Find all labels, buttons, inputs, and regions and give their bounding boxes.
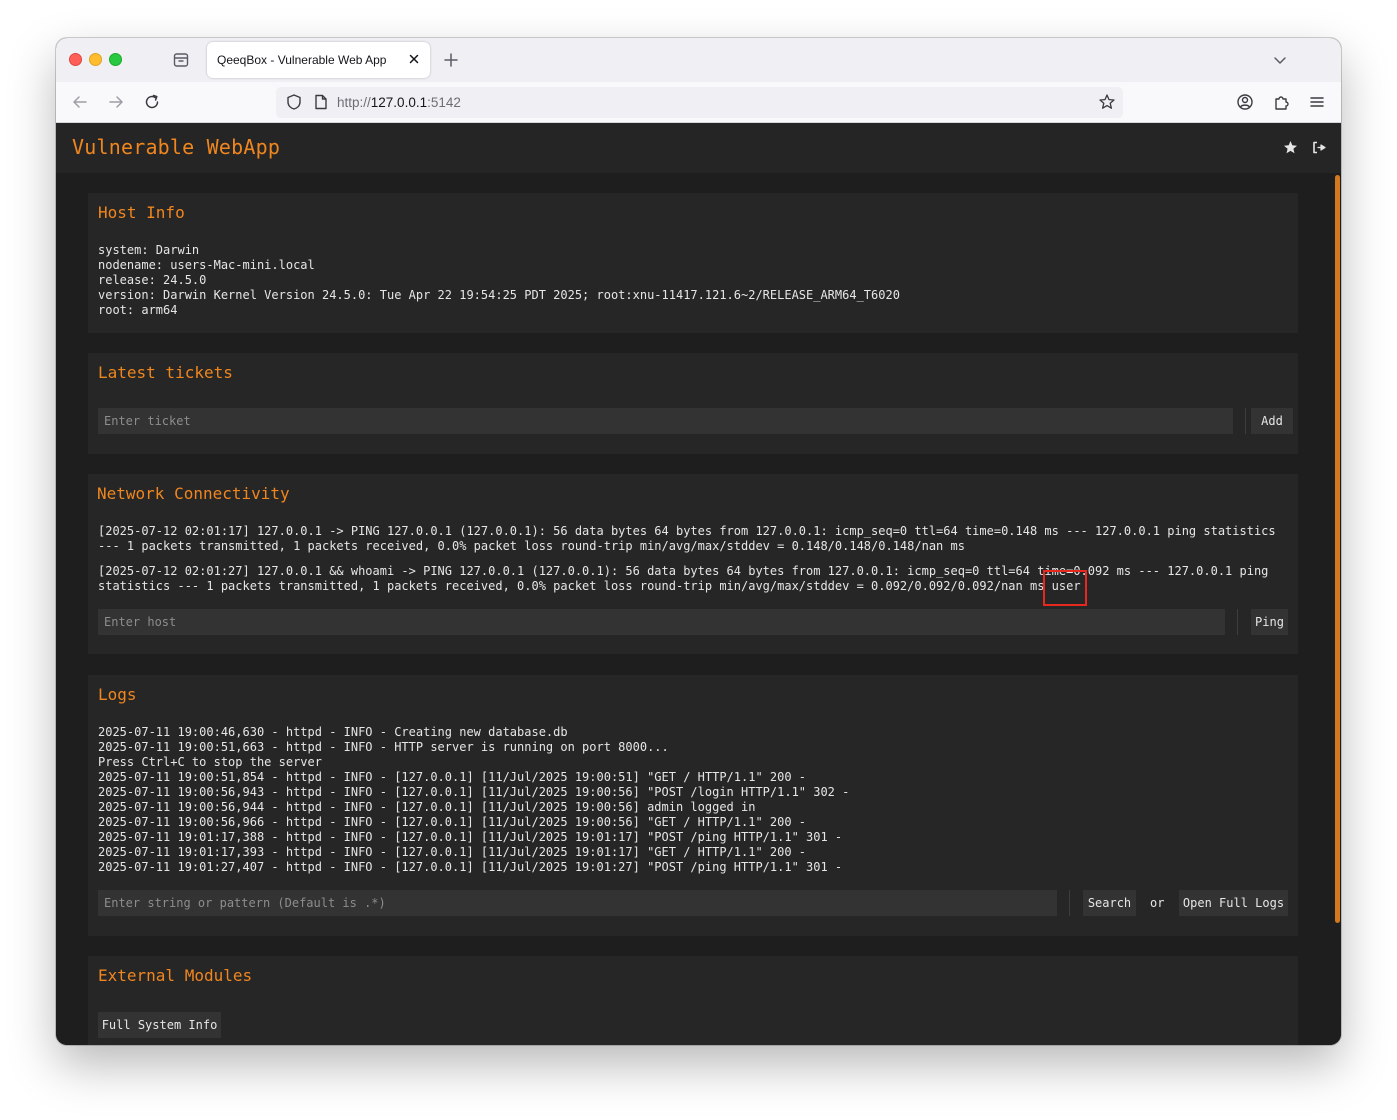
add-ticket-button[interactable]: Add (1251, 408, 1293, 434)
panel-title: Host Info (98, 203, 185, 222)
log-line: 2025-07-11 19:00:56,943 - httpd - INFO -… (98, 785, 850, 799)
extensions-icon[interactable] (1272, 93, 1290, 111)
full-system-info-button[interactable]: Full System Info (98, 1012, 221, 1038)
close-window-button[interactable] (69, 53, 82, 66)
highlight-box (1043, 570, 1087, 606)
host-info-line: system: Darwin (98, 243, 200, 257)
web-page: Vulnerable WebApp Host Info system: Darw… (56, 123, 1341, 1045)
log-line: Press Ctrl+C to stop the server (98, 755, 322, 769)
back-arrow-icon[interactable] (71, 93, 89, 111)
panel-title: Network Connectivity (97, 484, 290, 503)
host-input[interactable] (98, 609, 1225, 635)
log-line: 2025-07-11 19:01:17,393 - httpd - INFO -… (98, 845, 807, 859)
panel-title: Logs (98, 685, 137, 704)
forward-arrow-icon[interactable] (107, 93, 125, 111)
log-line: 2025-07-11 19:00:56,944 - httpd - INFO -… (98, 800, 756, 814)
scrollbar-thumb[interactable] (1335, 175, 1340, 923)
logs-panel: Logs 2025-07-11 19:00:46,630 - httpd - I… (88, 675, 1298, 936)
tab-active[interactable]: QeeqBox - Vulnerable Web App (207, 42, 430, 78)
log-line: 2025-07-11 19:00:51,663 - httpd - INFO -… (98, 740, 669, 754)
shield-icon[interactable] (285, 93, 303, 111)
log-line: 2025-07-11 19:01:27,407 - httpd - INFO -… (98, 860, 843, 874)
ping-result: [2025-07-12 02:01:27] 127.0.0.1 && whoam… (98, 564, 1269, 593)
ping-result: [2025-07-12 02:01:17] 127.0.0.1 -> PING … (98, 524, 1276, 553)
browser-window: QeeqBox - Vulnerable Web App http://127.… (56, 38, 1341, 1045)
minimize-window-button[interactable] (89, 53, 102, 66)
host-info-line: version: Darwin Kernel Version 24.5.0: T… (98, 288, 900, 302)
tab-title: QeeqBox - Vulnerable Web App (217, 53, 387, 67)
host-info-panel: Host Info system: Darwin nodename: users… (88, 193, 1298, 333)
log-line: 2025-07-11 19:00:56,966 - httpd - INFO -… (98, 815, 807, 829)
log-search-input[interactable] (98, 890, 1057, 916)
or-label: or (1150, 896, 1165, 910)
tab-bar: QeeqBox - Vulnerable Web App (56, 38, 1341, 82)
open-full-logs-button[interactable]: Open Full Logs (1179, 890, 1288, 916)
network-panel: Network Connectivity [2025-07-12 02:01:1… (88, 474, 1298, 654)
menu-icon[interactable] (1308, 93, 1326, 111)
log-line: 2025-07-11 19:01:17,388 - httpd - INFO -… (98, 830, 843, 844)
close-tab-icon[interactable] (407, 52, 421, 66)
log-lines: 2025-07-11 19:00:46,630 - httpd - INFO -… (98, 725, 849, 875)
bookmark-star-icon[interactable] (1098, 93, 1116, 111)
reload-icon[interactable] (143, 93, 161, 111)
zoom-window-button[interactable] (109, 53, 122, 66)
panel-title: External Modules (98, 966, 253, 985)
log-line: 2025-07-11 19:00:51,854 - httpd - INFO -… (98, 770, 807, 784)
tickets-panel: Latest tickets Add (88, 353, 1298, 454)
navigation-bar: http://127.0.0.1:5142 (56, 82, 1341, 123)
panel-title: Latest tickets (98, 363, 233, 382)
ticket-input[interactable] (98, 408, 1233, 434)
external-modules-panel: External Modules Full System Info (88, 956, 1298, 1045)
divider (1237, 609, 1238, 635)
url-text: http://127.0.0.1:5142 (337, 95, 461, 110)
account-icon[interactable] (1236, 93, 1254, 111)
divider (1069, 890, 1070, 916)
host-info-line: root: arm64 (98, 303, 178, 317)
page-info-icon[interactable] (312, 93, 330, 111)
app-title: Vulnerable WebApp (72, 135, 281, 159)
host-info-line: release: 24.5.0 (98, 273, 207, 287)
app-header: Vulnerable WebApp (56, 123, 1341, 173)
divider (1245, 408, 1246, 434)
search-button[interactable]: Search (1083, 890, 1136, 916)
logout-icon[interactable] (1311, 140, 1326, 155)
star-icon[interactable] (1283, 140, 1298, 155)
host-info-line: nodename: users-Mac-mini.local (98, 258, 315, 272)
firefox-view-icon[interactable] (172, 51, 190, 69)
address-bar[interactable]: http://127.0.0.1:5142 (276, 87, 1123, 118)
chevron-down-icon[interactable] (1271, 51, 1289, 69)
new-tab-icon[interactable] (442, 51, 460, 69)
ping-button[interactable]: Ping (1251, 609, 1288, 635)
host-info-text: system: Darwin nodename: users-Mac-mini.… (98, 243, 900, 318)
log-line: 2025-07-11 19:00:46,630 - httpd - INFO -… (98, 725, 568, 739)
